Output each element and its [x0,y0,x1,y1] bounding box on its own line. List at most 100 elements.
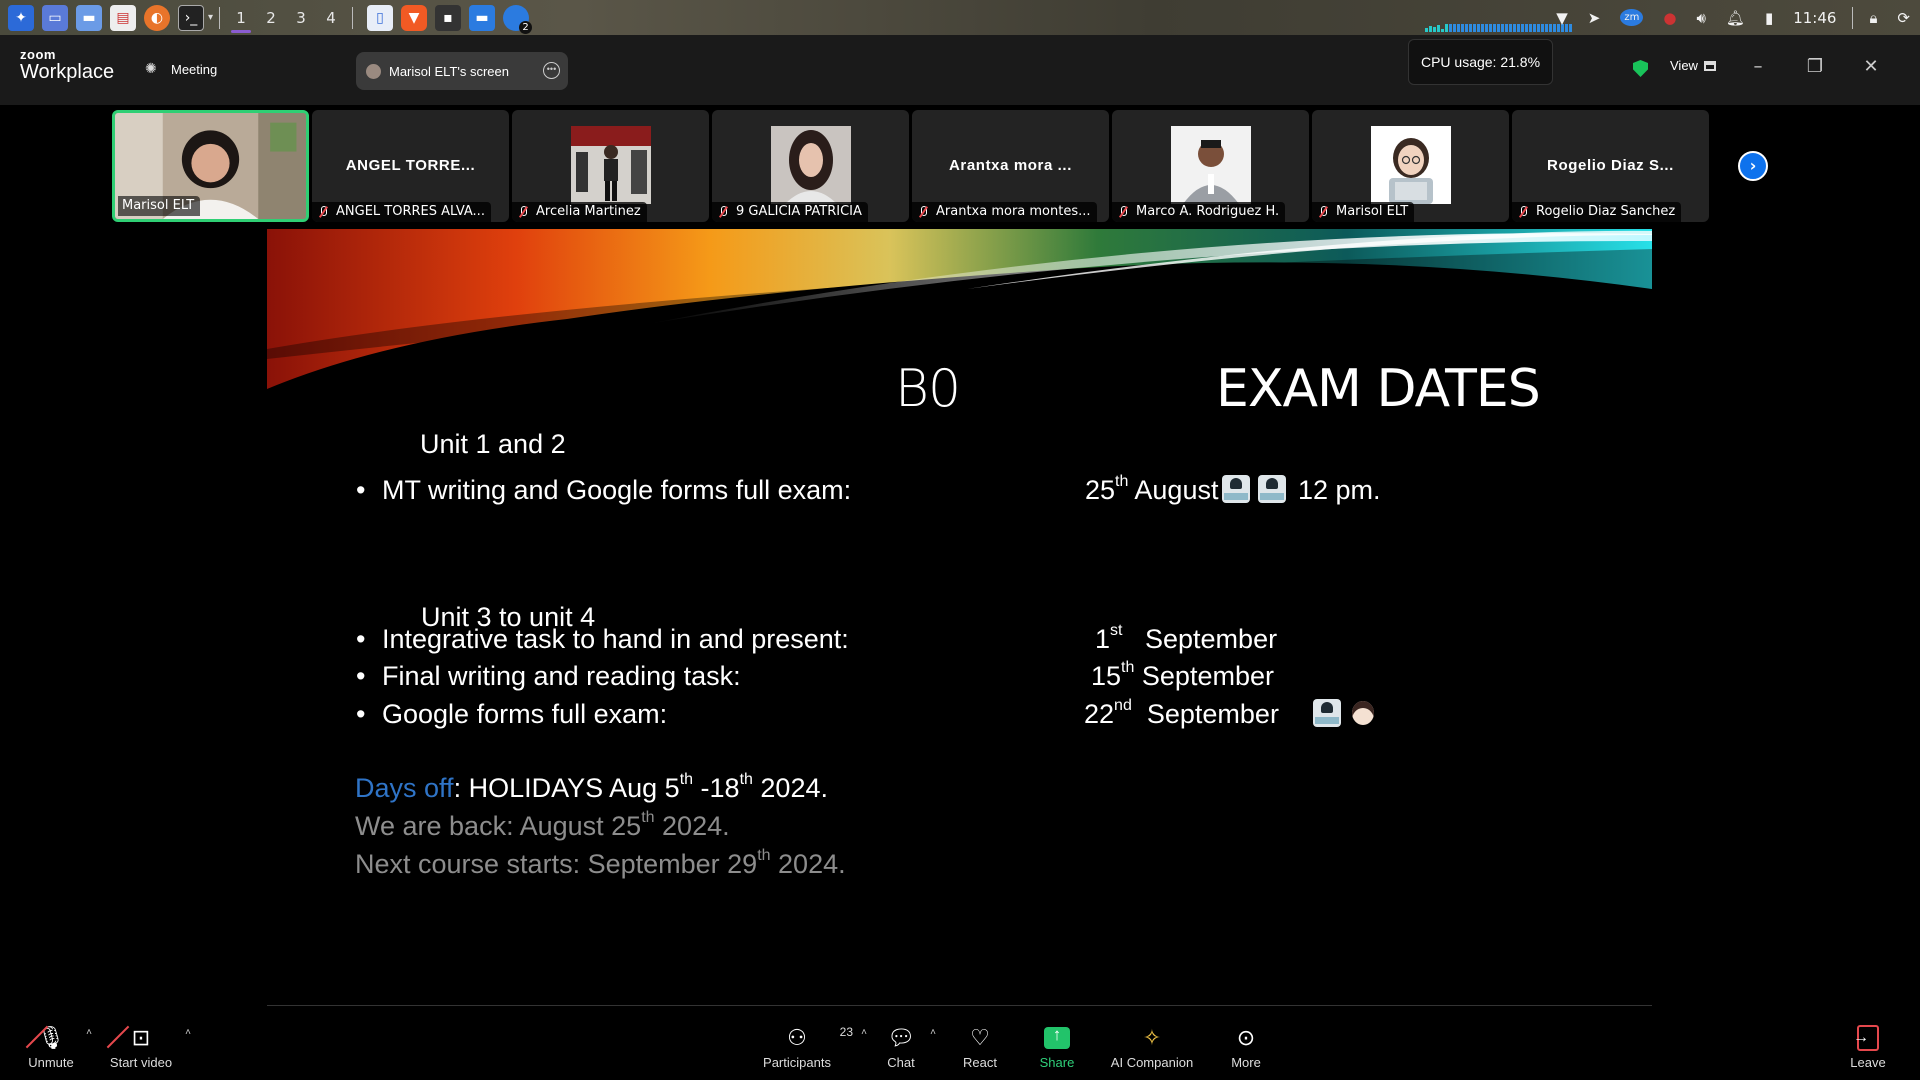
screen-share-pill[interactable]: Marisol ELT's screen ••• [356,52,568,90]
more-options-icon[interactable]: ••• [543,62,560,79]
meeting-info-button[interactable]: ✺ Meeting [145,60,217,78]
leave-button[interactable]: Leave [1848,1023,1888,1070]
muted-mic-icon [716,205,730,219]
participant-caption: Arantxa mora montes... [912,202,1097,222]
more-button[interactable]: ⊙ More [1226,1023,1266,1070]
date-suffix: nd [1114,697,1132,714]
participant-name: Arantxa mora montes... [936,204,1091,219]
chevron-up-icon[interactable]: ˄ [861,1027,867,1038]
network-bar [1537,24,1540,32]
back-date-line: We are back: August 25th 2024. [355,809,730,842]
pdf-viewer-icon[interactable]: ▤ [110,4,136,31]
brave-icon[interactable]: ▼ [401,4,428,31]
workspace-1[interactable]: 1 [226,3,256,33]
workspace-3[interactable]: 3 [286,3,316,33]
participant-tile[interactable]: Arcelia Martinez [512,110,709,222]
date-day: 15 [1091,661,1122,691]
participant-caption: Rogelio Diaz Sanchez [1512,202,1682,222]
mic-tray-icon[interactable]: ● [1663,9,1676,27]
minimize-button[interactable]: – [1743,52,1773,82]
volume-icon[interactable]: 🔊︎ [1696,9,1705,27]
participants-count: 23 [839,1025,853,1039]
network-bar [1441,29,1444,32]
terminal-window-icon[interactable]: ▪ [435,4,462,31]
chevron-down-icon[interactable]: ▾ [208,12,213,23]
document-app-icon[interactable]: ▯ [367,4,394,31]
react-button[interactable]: ♡ React [960,1023,1000,1070]
desktop-icon[interactable]: ▭ [42,4,68,31]
taskbar-divider [352,6,354,29]
ai-companion-button[interactable]: ✧ AI Companion [1104,1023,1200,1070]
chevron-up-icon[interactable]: ˄ [930,1027,936,1038]
date-month: September [1145,624,1278,654]
workspace-4[interactable]: 4 [316,3,346,33]
restore-button[interactable]: ❐ [1800,52,1830,82]
network-bar [1457,24,1460,32]
participant-display-name: ANGEL TORRE... [345,157,476,174]
zoom-app-icon[interactable]: 2 [503,4,533,34]
grid-view-icon [1703,60,1716,71]
date-month: September [1141,661,1274,691]
terminal-icon[interactable]: ›_ [178,4,204,31]
avatar [366,63,381,79]
participant-name: Arcelia Martinez [536,204,641,219]
participant-tile[interactable]: Marco A. Rodriguez H. [1112,110,1309,222]
clock[interactable]: 11:46 [1793,9,1836,27]
firefox-icon[interactable]: ◐ [144,4,170,31]
participant-tile[interactable]: Marisol ELT [112,110,309,222]
date-month: September [1146,699,1279,729]
date-suffix: th [641,809,655,826]
date-suffix: th [757,847,771,864]
react-label: React [963,1055,997,1070]
meeting-toolbar: 🎙︎ ˄ Unmute ⊡ ˄ Start video ⚇ 23 ˄ Participa… [0,1008,1920,1080]
participant-tile[interactable]: Rogelio Diaz S... Rogelio Diaz Sanchez [1512,110,1709,222]
participant-tile[interactable]: 9 GALICIA PATRICIA [712,110,909,222]
chat-label: Chat [887,1055,915,1070]
participant-tile[interactable]: Marisol ELT [1312,110,1509,222]
wifi-icon[interactable]: ▼ [1556,9,1568,27]
network-bar [1465,24,1468,32]
date-suffix: th [739,771,753,788]
battery-icon[interactable]: ▮ [1765,9,1773,27]
app-menu-icon[interactable]: ✦ [8,4,34,31]
start-video-button[interactable]: ⊡ ˄ Start video [105,1023,191,1070]
power-icon[interactable]: ⟳ [1897,9,1910,27]
exam-item-date: 15th September [1091,659,1274,692]
share-button[interactable]: Share [1036,1023,1078,1070]
network-bar [1485,24,1488,32]
screen-app-icon[interactable]: ▬ [469,4,496,31]
network-bar [1437,25,1440,32]
network-bar [1449,24,1452,32]
slide-title-level: B0 [895,359,961,419]
date-suffix: th [1121,659,1135,676]
bell-icon[interactable]: 🔔︎ [1726,9,1745,27]
chat-button[interactable]: 💬︎ ˄ Chat [880,1023,936,1070]
participant-tile[interactable]: Arantxa mora ... Arantxa mora montes... [912,110,1109,222]
exam-item-date: 25th August 12 pm. [1085,473,1381,506]
participants-button[interactable]: ⚇ 23 ˄ Participants [757,1023,867,1070]
participant-tile[interactable]: ANGEL TORRE... ANGEL TORRES ALVA... [312,110,509,222]
more-label: More [1231,1055,1261,1070]
telegram-icon[interactable]: ➤ [1588,9,1601,27]
lock-icon[interactable]: 🔒︎ [1869,9,1877,27]
next-page-arrow-icon[interactable]: › [1738,151,1768,181]
chevron-up-icon[interactable]: ˄ [185,1027,191,1038]
zoom-tray-icon[interactable]: zm [1620,9,1644,26]
days-off-text-c: 2024. [752,773,828,803]
network-bar [1517,24,1520,32]
zoom-header: zoom Workplace ✺ Meeting Marisol ELT's s… [0,35,1920,105]
unmute-button[interactable]: 🎙︎ ˄ Unmute [24,1023,92,1070]
view-button[interactable]: View [1670,58,1716,73]
meeting-label: Meeting [171,61,218,77]
muted-mic-icon [916,205,930,219]
close-button[interactable]: ✕ [1856,52,1886,82]
shield-icon[interactable] [1633,60,1648,77]
participant-caption: ANGEL TORRES ALVA... [312,202,491,222]
file-manager-icon[interactable]: ▬ [76,4,102,31]
chevron-up-icon[interactable]: ˄ [86,1027,92,1038]
workspace-2[interactable]: 2 [256,3,286,33]
brand-top: zoom [20,47,56,62]
girl-face-emoji-icon [1349,699,1377,727]
cpu-usage-tooltip: CPU usage: 21.8% [1408,39,1553,85]
zoom-app-badge: 2 [519,20,533,34]
